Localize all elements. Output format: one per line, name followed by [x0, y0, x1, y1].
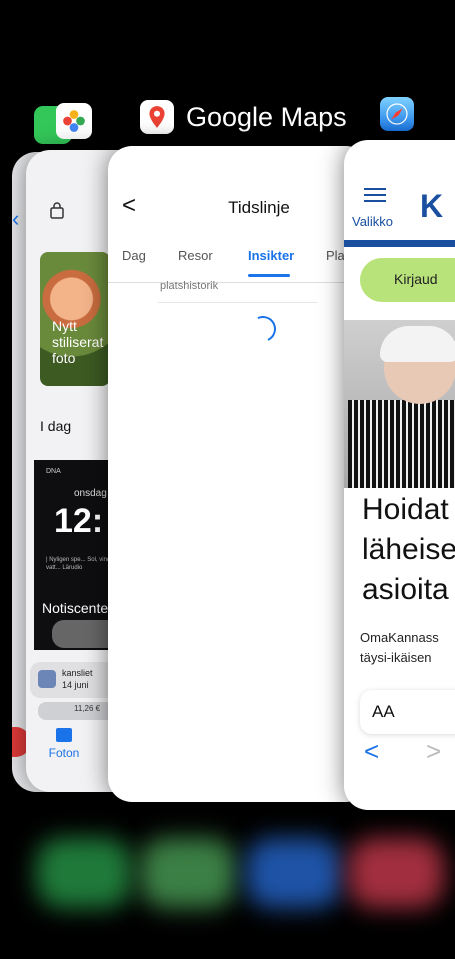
divider — [158, 302, 318, 303]
login-button[interactable]: Kirjaud — [360, 258, 455, 302]
site-logo[interactable]: K — [420, 188, 443, 225]
dock-app-4 — [348, 838, 444, 908]
dock-app-3 — [246, 838, 342, 908]
site-header-bar — [344, 240, 455, 247]
photo-caption: Nytt stiliserat foto — [52, 318, 104, 366]
notification-subtitle: 14 juni — [62, 680, 89, 690]
tab-foton[interactable]: Foton — [44, 728, 84, 760]
reader-settings-button[interactable]: AA — [372, 702, 395, 722]
loading-spinner-icon — [246, 312, 280, 346]
dock-app-1 — [36, 838, 132, 908]
notification-app-icon — [38, 670, 56, 688]
section-title-today: I dag — [40, 418, 72, 434]
safari-app-card[interactable]: Valikko K Kirjaud Hoidat läheise asioita… — [344, 140, 455, 810]
shopping-bag-icon[interactable] — [48, 202, 66, 220]
address-bar[interactable]: AA — [360, 690, 455, 734]
app-switcher: Google Maps ‹ Nytt stiliserat foto I dag… — [0, 0, 455, 959]
tab-resor[interactable]: Resor — [178, 248, 213, 263]
active-tab-indicator — [248, 274, 290, 277]
google-maps-app-icon[interactable] — [140, 100, 174, 134]
menu-label[interactable]: Valikko — [352, 214, 393, 229]
tab-foton-label: Foton — [48, 746, 80, 760]
notification-title: kansliet — [62, 668, 93, 678]
dock-app-2 — [140, 838, 236, 908]
login-button-label: Kirjaud — [394, 271, 438, 287]
tab-insikter[interactable]: Insikter — [248, 248, 294, 263]
widget-time: 12: — [54, 502, 104, 540]
tab-platser[interactable]: Pla — [326, 248, 345, 263]
photo-icon — [56, 728, 72, 742]
article-body: OmaKannass täysi-ikäisen — [360, 628, 455, 668]
headline-line-3: asioita — [362, 573, 449, 606]
google-maps-app-card[interactable]: < Tidslinje Dag Resor Insikter Pla plats… — [108, 146, 370, 802]
safari-app-icon[interactable] — [380, 97, 414, 131]
hamburger-menu-icon[interactable] — [364, 188, 386, 206]
body-line-2: täysi-ikäisen — [360, 650, 432, 665]
tab-dag[interactable]: Dag — [122, 248, 146, 263]
notification-amount: 11,26 € — [74, 704, 101, 713]
photos-app-icon[interactable] — [56, 103, 92, 139]
back-arrow-icon[interactable]: < — [364, 736, 379, 767]
partial-text: platshistorik — [160, 280, 219, 292]
widget-brand: DNA — [46, 468, 61, 475]
page-title: Tidslinje — [228, 198, 290, 217]
chevron-left-icon: ‹ — [12, 206, 20, 231]
headline-line-2: läheise — [362, 533, 455, 566]
stylized-photo-tile[interactable]: Nytt stiliserat foto — [40, 252, 110, 386]
app-title: Google Maps — [186, 102, 347, 132]
tab-bar: Dag Resor Insikter Pla — [108, 248, 370, 283]
headline-line-1: Hoidat — [362, 493, 449, 526]
body-line-1: OmaKannass — [360, 630, 439, 645]
widget-notification-center: Notiscente — [42, 600, 109, 616]
forward-arrow-icon[interactable]: > — [426, 736, 441, 767]
article-photo — [344, 320, 455, 488]
article-headline: Hoidat läheise asioita — [362, 490, 455, 610]
